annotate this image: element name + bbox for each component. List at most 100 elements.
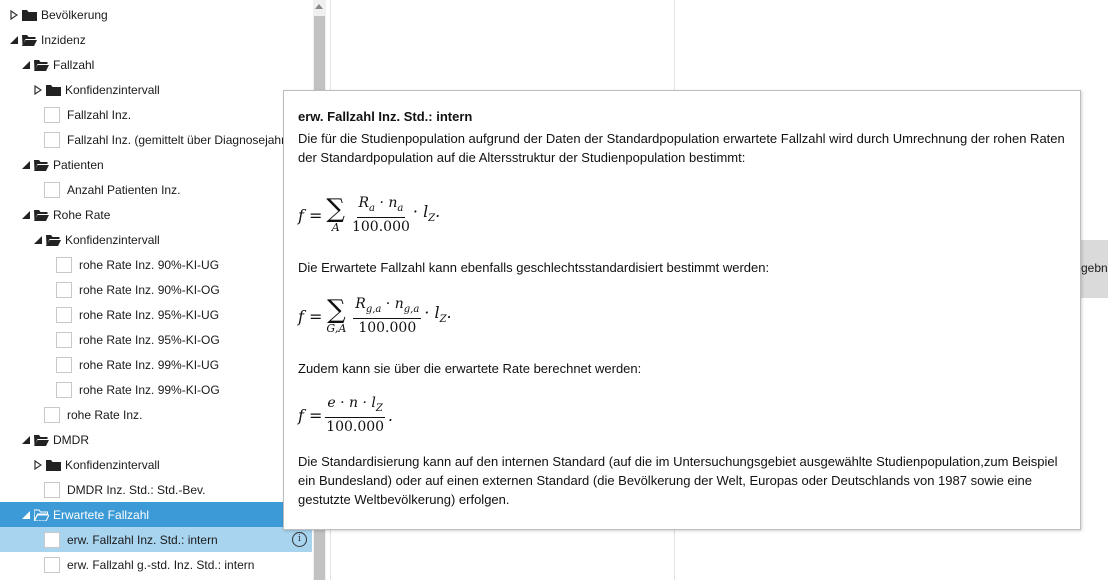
folder-open-icon	[34, 209, 49, 221]
tree-item-label: Patienten	[53, 157, 104, 172]
item-checkbox[interactable]	[56, 381, 72, 398]
expand-arrow-icon[interactable]	[32, 84, 44, 96]
tree-item-rohe-rate-95-ug[interactable]: rohe Rate Inz. 95%-KI-UG	[0, 302, 312, 327]
collapse-arrow-icon[interactable]	[20, 434, 32, 446]
tree-item-label: rohe Rate Inz. 95%-KI-UG	[79, 307, 220, 322]
tree-item-label: rohe Rate Inz. 90%-KI-UG	[79, 257, 220, 272]
formula-lhs: f =	[298, 205, 323, 225]
tree-item-rohe-rate-95-og[interactable]: rohe Rate Inz. 95%-KI-OG	[0, 327, 312, 352]
tree-item-label: Fallzahl Inz.	[67, 107, 132, 122]
formula-fraction: Ra · na 100.000	[352, 194, 410, 237]
tree-item-label: Inzidenz	[41, 32, 86, 47]
tree-item-erw-fallzahl-gstd-intern[interactable]: erw. Fallzahl g.-std. Inz. Std.: intern	[0, 552, 312, 577]
formula-rate: f = e · n · lZ 100.000 .	[298, 386, 1066, 444]
item-checkbox[interactable]	[56, 356, 72, 373]
formula-fraction: e · n · lZ 100.000	[325, 394, 385, 437]
item-checkbox[interactable]	[56, 331, 72, 348]
tooltip-text-rate: Zudem kann sie über die erwartete Rate b…	[298, 361, 642, 376]
collapse-arrow-icon[interactable]	[8, 34, 20, 46]
tree-item-inzidenz[interactable]: Inzidenz	[0, 27, 312, 52]
tree-item-label: Rohe Rate	[53, 207, 111, 222]
tree-item-dmdr-inz[interactable]: DMDR Inz. Std.: Std.-Bev.	[0, 477, 312, 502]
tooltip-text-standardization: Die Standardisierung kann auf den intern…	[298, 454, 1058, 507]
tree-item-label: Konfidenzintervall	[65, 82, 160, 97]
folder-icon	[46, 459, 61, 471]
fraction-numerator: e · n · lZ	[325, 394, 385, 419]
tree-item-bevoelkerung[interactable]: Bevölkerung	[0, 2, 312, 27]
collapse-arrow-icon[interactable]	[20, 59, 32, 71]
tree-panel: Bevölkerung Inzidenz Fallzahl Konfidenzi…	[0, 0, 312, 580]
tree-item-label: Fallzahl	[53, 57, 95, 72]
formula-tail: · lZ.	[412, 201, 441, 225]
tree-item-rohe-rate-inz[interactable]: rohe Rate Inz.	[0, 402, 312, 427]
item-checkbox[interactable]	[56, 256, 72, 273]
fraction-numerator: Rg,a · ng,a	[353, 295, 422, 320]
sum-subscript: G,A	[326, 322, 347, 335]
folder-open-icon	[46, 234, 61, 246]
formula-fraction: Rg,a · ng,a 100.000	[353, 295, 422, 338]
formula-lhs: f =	[298, 306, 323, 326]
tree-item-label: DMDR Inz. Std.: Std.-Bev.	[67, 482, 206, 497]
tree-item-label: Bevölkerung	[41, 7, 108, 22]
tree-item-patienten[interactable]: Patienten	[0, 152, 312, 177]
tree-item-fallzahl[interactable]: Fallzahl	[0, 52, 312, 77]
tree-item-label: Konfidenzintervall	[65, 232, 160, 247]
folder-open-icon	[34, 159, 49, 171]
tree-item-fallzahl-inz[interactable]: Fallzahl Inz.	[0, 102, 312, 127]
fraction-denominator: 100.000	[358, 320, 417, 337]
tree-item-konfidenzintervall[interactable]: Konfidenzintervall	[0, 227, 312, 252]
tree-item-erwartete-fallzahl[interactable]: Erwartete Fallzahl	[0, 502, 312, 527]
item-checkbox[interactable]	[44, 181, 60, 198]
fraction-denominator: 100.000	[326, 419, 385, 436]
item-checkbox[interactable]	[56, 306, 72, 323]
tree-item-label: DMDR	[53, 432, 89, 447]
expand-arrow-icon[interactable]	[8, 9, 20, 21]
folder-open-icon	[22, 34, 37, 46]
collapse-arrow-icon[interactable]	[20, 159, 32, 171]
tree-item-rohe-rate-90-ug[interactable]: rohe Rate Inz. 90%-KI-UG	[0, 252, 312, 277]
item-checkbox[interactable]	[44, 406, 60, 423]
tooltip-intro: Die für die Studienpopulation aufgrund d…	[298, 131, 1065, 165]
collapse-arrow-icon[interactable]	[20, 209, 32, 221]
tree-item-erw-fallzahl-intern[interactable]: erw. Fallzahl Inz. Std.: intern i	[0, 527, 312, 552]
expand-arrow-icon[interactable]	[32, 459, 44, 471]
tree-item-label: rohe Rate Inz. 95%-KI-OG	[79, 332, 220, 347]
collapse-arrow-icon[interactable]	[20, 509, 32, 521]
formula-standard: f = ∑ A Ra · na 100.000 · lZ.	[298, 185, 1066, 245]
tree-item-rohe-rate-99-og[interactable]: rohe Rate Inz. 99%-KI-OG	[0, 377, 312, 402]
tree-item-label: Konfidenzintervall	[65, 457, 160, 472]
collapse-arrow-icon[interactable]	[32, 234, 44, 246]
tooltip-text-gender: Die Erwartete Fallzahl kann ebenfalls ge…	[298, 260, 770, 275]
tree-item-konfidenzintervall[interactable]: Konfidenzintervall	[0, 452, 312, 477]
tree-item-dmdr[interactable]: DMDR	[0, 427, 312, 452]
tree-item-rohe-rate-99-ug[interactable]: rohe Rate Inz. 99%-KI-UG	[0, 352, 312, 377]
item-checkbox[interactable]	[44, 556, 60, 573]
info-icon[interactable]: i	[292, 532, 307, 547]
info-tooltip: erw. Fallzahl Inz. Std.: intern Die für …	[283, 90, 1081, 530]
tree-item-rohe-rate-90-og[interactable]: rohe Rate Inz. 90%-KI-OG	[0, 277, 312, 302]
folder-icon	[46, 84, 61, 96]
formula-end: .	[387, 405, 393, 425]
folder-open-icon	[34, 434, 49, 446]
item-checkbox[interactable]	[44, 481, 60, 498]
item-checkbox[interactable]	[44, 131, 60, 148]
tree-item-label: Erwartete Fallzahl	[53, 507, 150, 522]
folder-open-icon	[34, 509, 49, 521]
tree-item-fallzahl-inz-gemittelt[interactable]: Fallzahl Inz. (gemittelt über Diagnoseja…	[0, 127, 312, 152]
scroll-up-arrow-icon[interactable]	[315, 4, 323, 9]
tree-item-rohe-rate[interactable]: Rohe Rate	[0, 202, 312, 227]
tree-item-label: rohe Rate Inz. 99%-KI-UG	[79, 357, 220, 372]
item-checkbox[interactable]	[44, 531, 60, 548]
fraction-numerator: Ra · na	[356, 194, 406, 219]
tree-item-label: Fallzahl Inz. (gemittelt über Diagnoseja…	[67, 132, 296, 147]
sum-symbol: ∑ A	[326, 194, 345, 234]
tree-item-label: erw. Fallzahl Inz. Std.: intern	[67, 532, 218, 547]
tree-item-label: rohe Rate Inz.	[67, 407, 143, 422]
item-checkbox[interactable]	[44, 106, 60, 123]
tooltip-title: erw. Fallzahl Inz. Std.: intern	[298, 109, 473, 124]
item-checkbox[interactable]	[56, 281, 72, 298]
tree-item-konfidenzintervall[interactable]: Konfidenzintervall	[0, 77, 312, 102]
formula-tail: · lZ.	[424, 302, 452, 326]
formula-gender-standard: f = ∑ G,A Rg,a · ng,a 100.000 · lZ.	[298, 285, 1066, 347]
tree-item-anzahl-patienten-inz[interactable]: Anzahl Patienten Inz.	[0, 177, 312, 202]
